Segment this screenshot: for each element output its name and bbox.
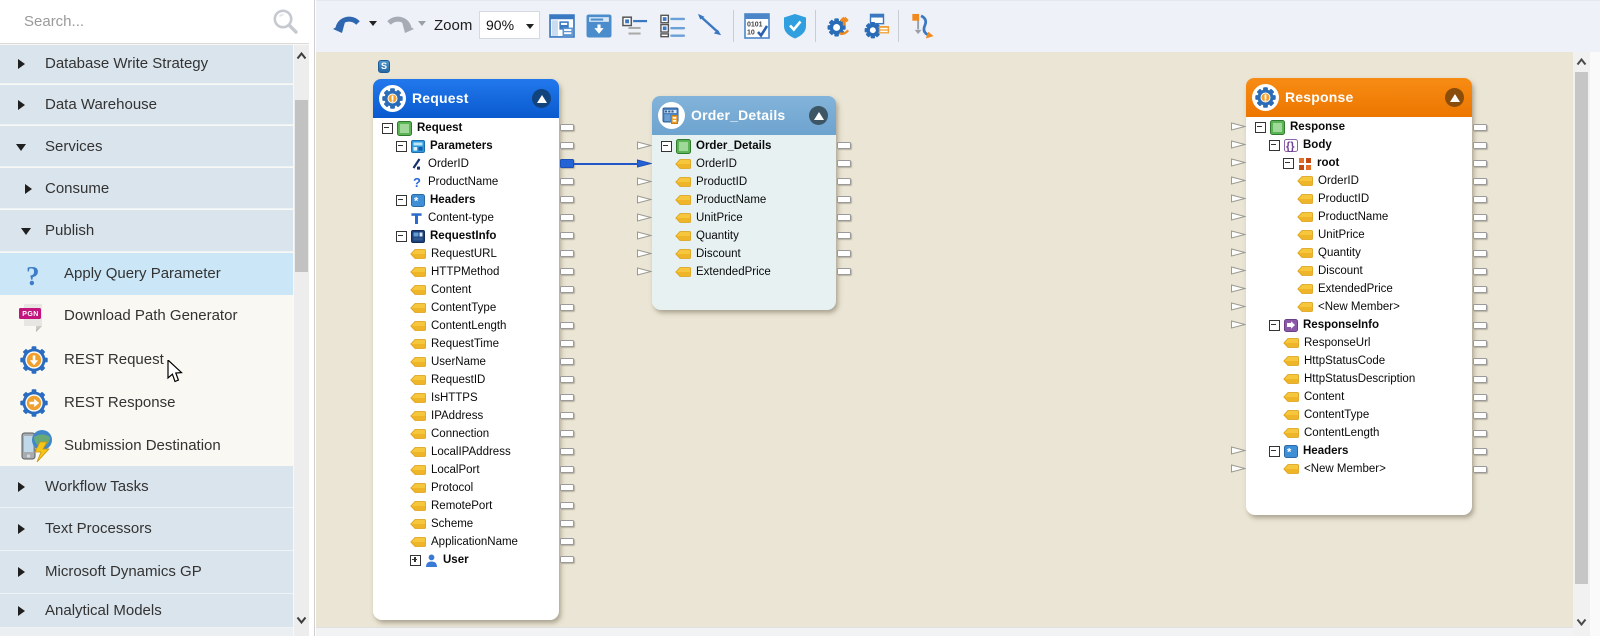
svg-text:PGN: PGN	[22, 311, 39, 318]
svg-text:{}: {}	[1286, 140, 1295, 152]
svg-text:10: 10	[747, 30, 755, 37]
svg-text:?: ?	[413, 176, 421, 189]
svg-text:*: *	[1287, 446, 1292, 458]
svg-text:?: ?	[26, 262, 40, 288]
svg-text:*: *	[414, 195, 419, 207]
svg-text:0101: 0101	[747, 22, 763, 29]
